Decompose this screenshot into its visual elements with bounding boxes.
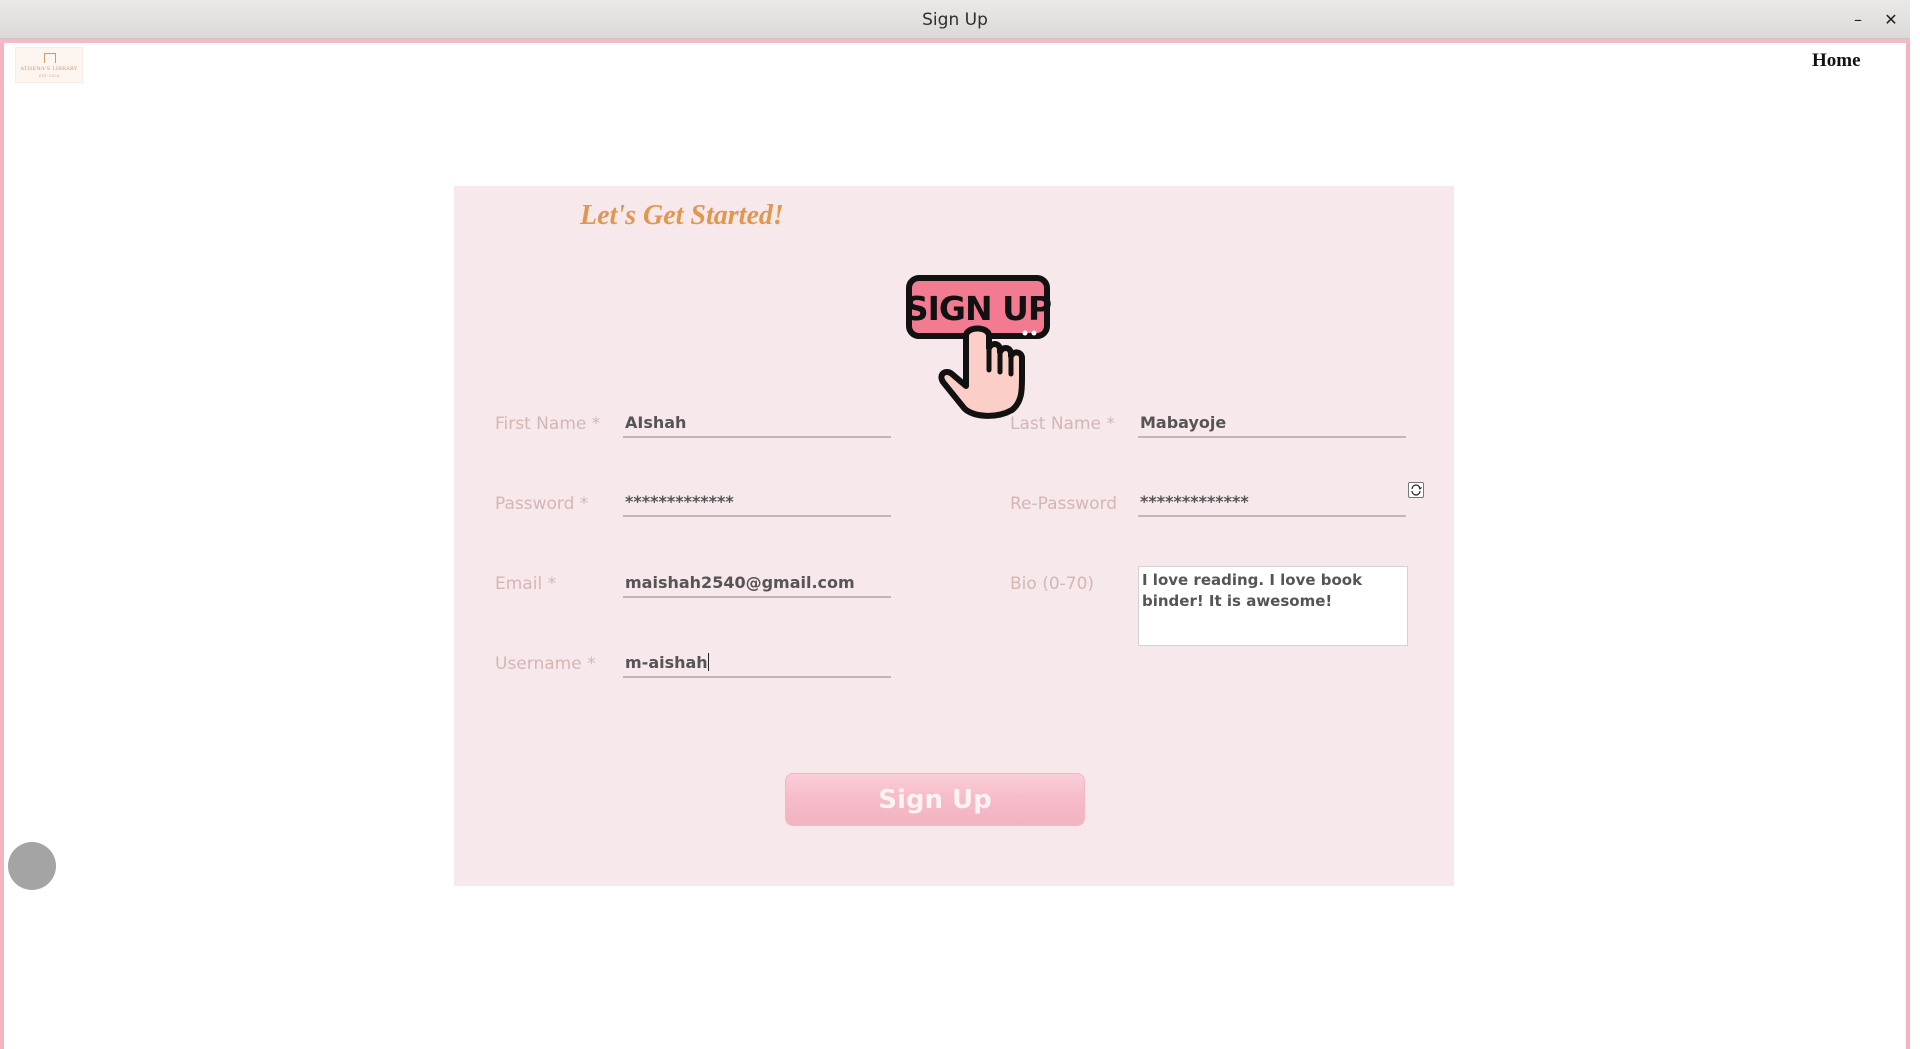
window-title: Sign Up (922, 10, 988, 30)
window-titlebar: Sign Up – ✕ (0, 0, 1910, 39)
floating-assistant-bubble[interactable] (8, 842, 56, 890)
form-heading: Let's Get Started! (580, 200, 784, 231)
text-caret (707, 653, 709, 671)
password-label: Password * (495, 494, 589, 514)
last-name-field[interactable]: Mabayoje (1138, 410, 1406, 438)
header-accent-line (0, 39, 1910, 43)
refresh-eye-icon[interactable] (1408, 482, 1424, 498)
logo-subtext: EST. 2024 (38, 73, 60, 78)
username-field[interactable]: m-aishah (623, 650, 891, 678)
logo-text: ATHENA'S LIBRARY (20, 66, 78, 72)
email-field[interactable]: maishah2540@gmail.com (623, 570, 891, 598)
username-label: Username * (495, 654, 596, 674)
re-password-field[interactable]: ************* (1138, 489, 1406, 517)
password-field[interactable]: ************* (623, 489, 891, 517)
first-name-field[interactable]: AIshah (623, 410, 891, 438)
username-value: m-aishah (625, 653, 708, 672)
minimize-button[interactable]: – (1847, 9, 1869, 31)
first-name-label: First Name * (495, 414, 601, 434)
signup-card: Let's Get Started! SIGN UP First Name * … (454, 186, 1454, 886)
sign-up-hand-icon: SIGN UP (905, 275, 1052, 419)
bio-textarea[interactable]: I love reading. I love book binder! It i… (1138, 566, 1408, 646)
sign-up-button[interactable]: Sign Up (785, 773, 1085, 826)
logo-mark-icon (44, 53, 56, 63)
last-name-label: Last Name * (1010, 414, 1115, 434)
bio-label: Bio (0-70) (1010, 574, 1095, 594)
re-password-label: Re-Password (1010, 494, 1118, 514)
app-window: ATHENA'S LIBRARY EST. 2024 Home Let's Ge… (0, 39, 1910, 1049)
illustration-text: SIGN UP (905, 289, 1051, 328)
app-logo[interactable]: ATHENA'S LIBRARY EST. 2024 (15, 47, 83, 83)
close-button[interactable]: ✕ (1880, 9, 1902, 31)
home-link[interactable]: Home (1812, 50, 1861, 72)
email-label: Email * (495, 574, 557, 594)
